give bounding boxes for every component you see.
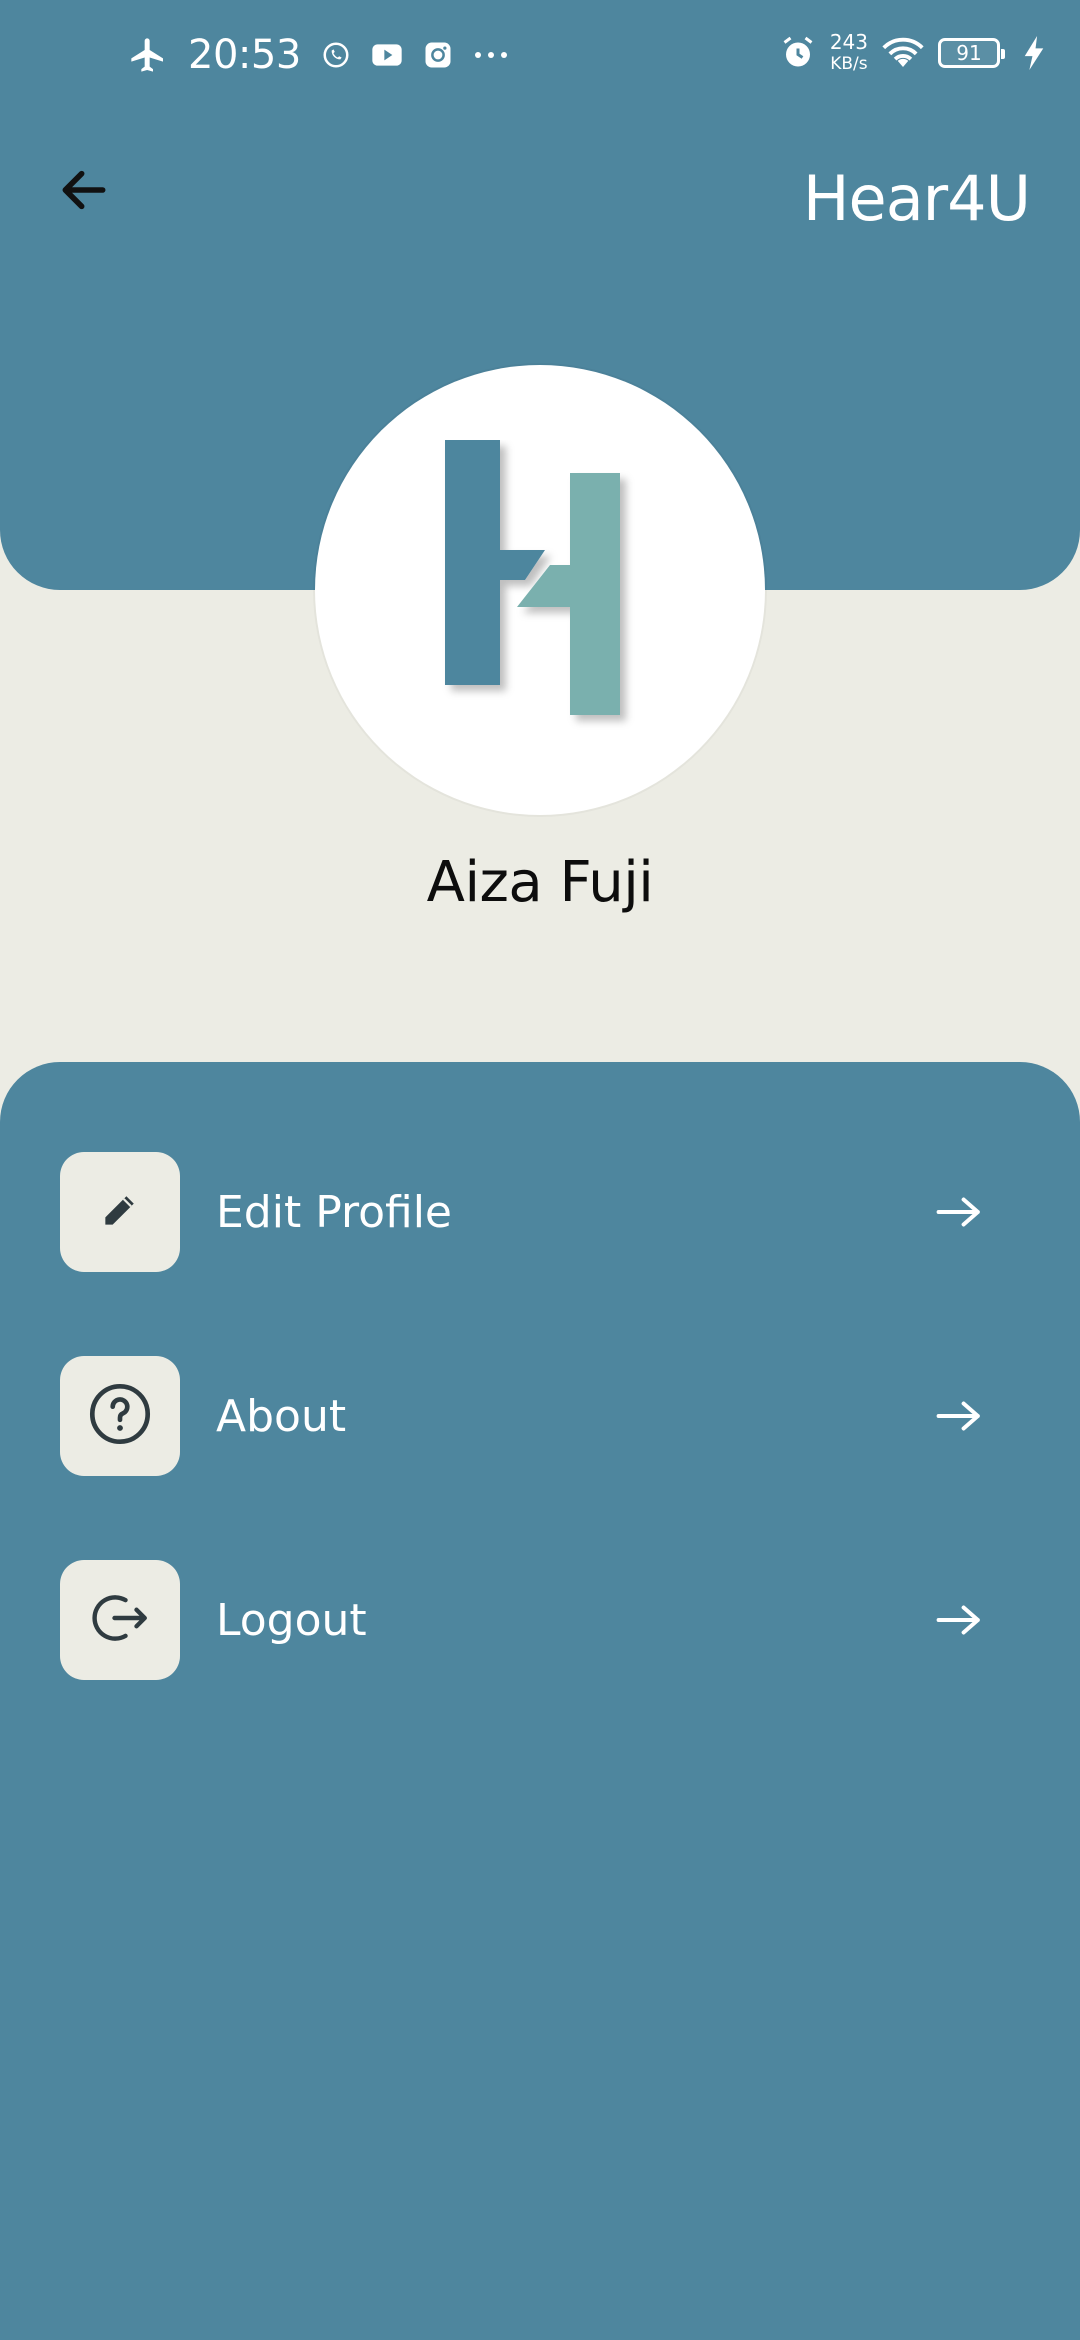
alarm-icon [780,35,816,71]
instagram-icon [423,40,453,70]
pencil-icon [98,1188,142,1236]
logout-icon [87,1585,153,1655]
avatar [315,365,765,815]
back-button[interactable] [52,160,116,224]
menu-item-label: Logout [216,1594,367,1646]
whatsapp-icon [321,40,351,70]
menu-panel: Edit Profile About Logout [0,1062,1080,2340]
user-name: Aiza Fuji [426,850,654,915]
help-circle-icon [85,1379,155,1453]
about-icon-box [60,1356,180,1476]
wifi-icon [882,35,924,71]
app-title: Hear4U [802,162,1031,235]
arrow-right-icon [930,1590,990,1650]
logout-icon-box [60,1560,180,1680]
h-logo-icon [445,440,620,715]
status-bar-right: 243 KB/s 91 [780,32,1044,73]
youtube-icon [371,40,403,70]
status-bar: 20:53 243 KB/s 91 [0,20,1080,100]
menu-item-about[interactable]: About [60,1356,1020,1476]
net-speed-value: 243 [829,30,868,54]
battery-level: 91 [956,40,982,65]
menu-item-logout[interactable]: Logout [60,1560,1020,1680]
menu-item-label: Edit Profile [216,1186,453,1238]
arrow-right-icon [930,1182,990,1242]
status-bar-left: 20:53 [128,32,509,78]
charging-bolt-icon [1024,35,1044,70]
net-speed: 243 KB/s [830,32,868,73]
airplane-icon [128,35,168,75]
battery-icon: 91 [938,37,1005,68]
arrow-right-icon [930,1386,990,1446]
arrow-left-icon [56,162,112,222]
menu-item-label: About [216,1390,347,1442]
menu-item-edit-profile[interactable]: Edit Profile [60,1152,1020,1272]
edit-profile-icon-box [60,1152,180,1272]
net-speed-unit: KB/s [830,54,868,74]
more-dots-icon [473,50,509,60]
status-time: 20:53 [188,32,301,78]
